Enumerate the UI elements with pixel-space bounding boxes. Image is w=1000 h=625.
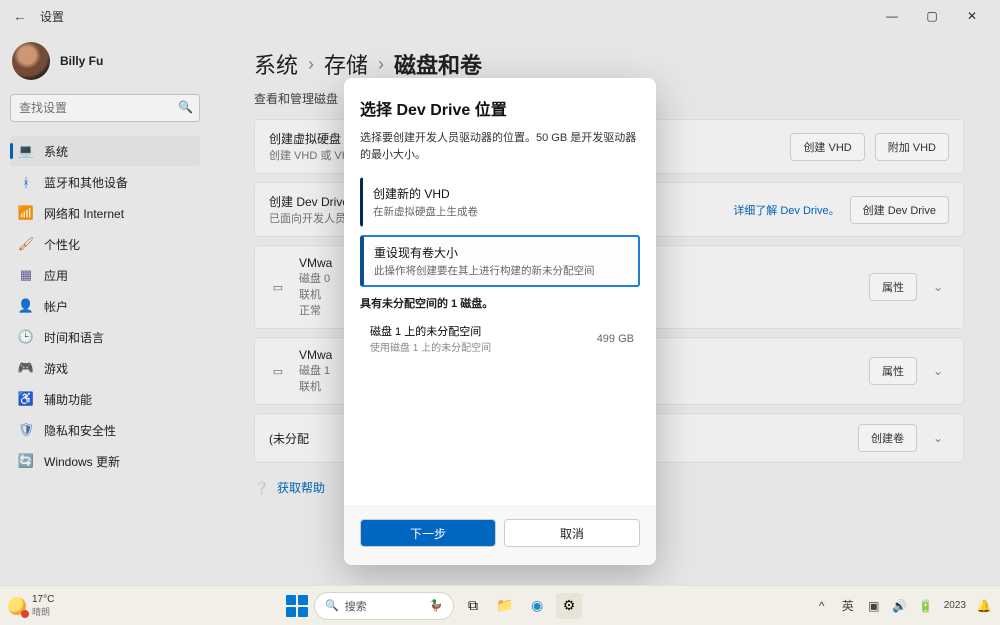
taskbar: 17°C 晴朗 🔍 搜索 🦆 ⧉ 📁 ◉ ⚙ ^ 英 ▣ 🔊 🔋 2023 🔔 xyxy=(0,585,1000,625)
weather-desc: 晴朗 xyxy=(32,605,54,618)
weather-icon xyxy=(8,597,26,615)
tray-notifications-icon[interactable]: 🔔 xyxy=(976,599,992,613)
start-button[interactable] xyxy=(286,595,308,617)
option-sub: 在新虚拟硬盘上生成卷 xyxy=(373,204,629,219)
disk-entry-size: 499 GB xyxy=(597,333,634,345)
tray-volume-icon[interactable]: 🔊 xyxy=(892,599,908,613)
weather-widget[interactable]: 17°C 晴朗 xyxy=(8,594,54,618)
dialog-title: 选择 Dev Drive 位置 xyxy=(360,96,640,120)
taskbar-app-taskview[interactable]: ⧉ xyxy=(460,593,486,619)
modal-overlay: 选择 Dev Drive 位置 选择要创建开发人员驱动器的位置。50 GB 是开… xyxy=(0,0,1000,625)
dev-drive-location-dialog: 选择 Dev Drive 位置 选择要创建开发人员驱动器的位置。50 GB 是开… xyxy=(344,78,656,565)
option-create-new-vhd[interactable]: 创建新的 VHD 在新虚拟硬盘上生成卷 xyxy=(360,177,640,227)
tray-chevron-up-icon[interactable]: ^ xyxy=(814,599,830,613)
option-title: 创建新的 VHD xyxy=(373,185,629,202)
dialog-actions: 下一步 取消 xyxy=(344,506,656,565)
search-icon: 🔍 xyxy=(325,599,339,612)
tray-clock[interactable]: 2023 xyxy=(944,600,966,611)
disk-entry-sub: 使用磁盘 1 上的未分配空间 xyxy=(370,339,491,354)
taskbar-search[interactable]: 🔍 搜索 🦆 xyxy=(314,592,454,620)
weather-temp: 17°C xyxy=(32,594,54,605)
tray-battery-icon[interactable]: 🔋 xyxy=(918,599,934,613)
option-resize-existing-volume[interactable]: 重设现有卷大小 此操作将创建要在其上进行构建的新未分配空间 xyxy=(360,235,640,287)
taskbar-search-placeholder: 搜索 xyxy=(345,598,367,614)
option-title: 重设现有卷大小 xyxy=(374,244,628,261)
option-sub: 此操作将创建要在其上进行构建的新未分配空间 xyxy=(374,263,628,278)
next-button[interactable]: 下一步 xyxy=(360,519,496,547)
taskbar-app-settings[interactable]: ⚙ xyxy=(556,593,582,619)
disk-entry-title: 磁盘 1 上的未分配空间 xyxy=(370,323,491,339)
disk-option[interactable]: 磁盘 1 上的未分配空间 使用磁盘 1 上的未分配空间 499 GB xyxy=(360,319,640,358)
taskbar-app-explorer[interactable]: 📁 xyxy=(492,593,518,619)
taskbar-app-edge[interactable]: ◉ xyxy=(524,593,550,619)
tray-network-icon[interactable]: ▣ xyxy=(866,599,882,613)
dialog-description: 选择要创建开发人员驱动器的位置。50 GB 是开发驱动器的最小大小。 xyxy=(360,130,640,163)
tray-language[interactable]: 英 xyxy=(840,597,856,614)
cancel-button[interactable]: 取消 xyxy=(504,519,640,547)
available-disks-header: 具有未分配空间的 1 磁盘。 xyxy=(360,295,640,311)
